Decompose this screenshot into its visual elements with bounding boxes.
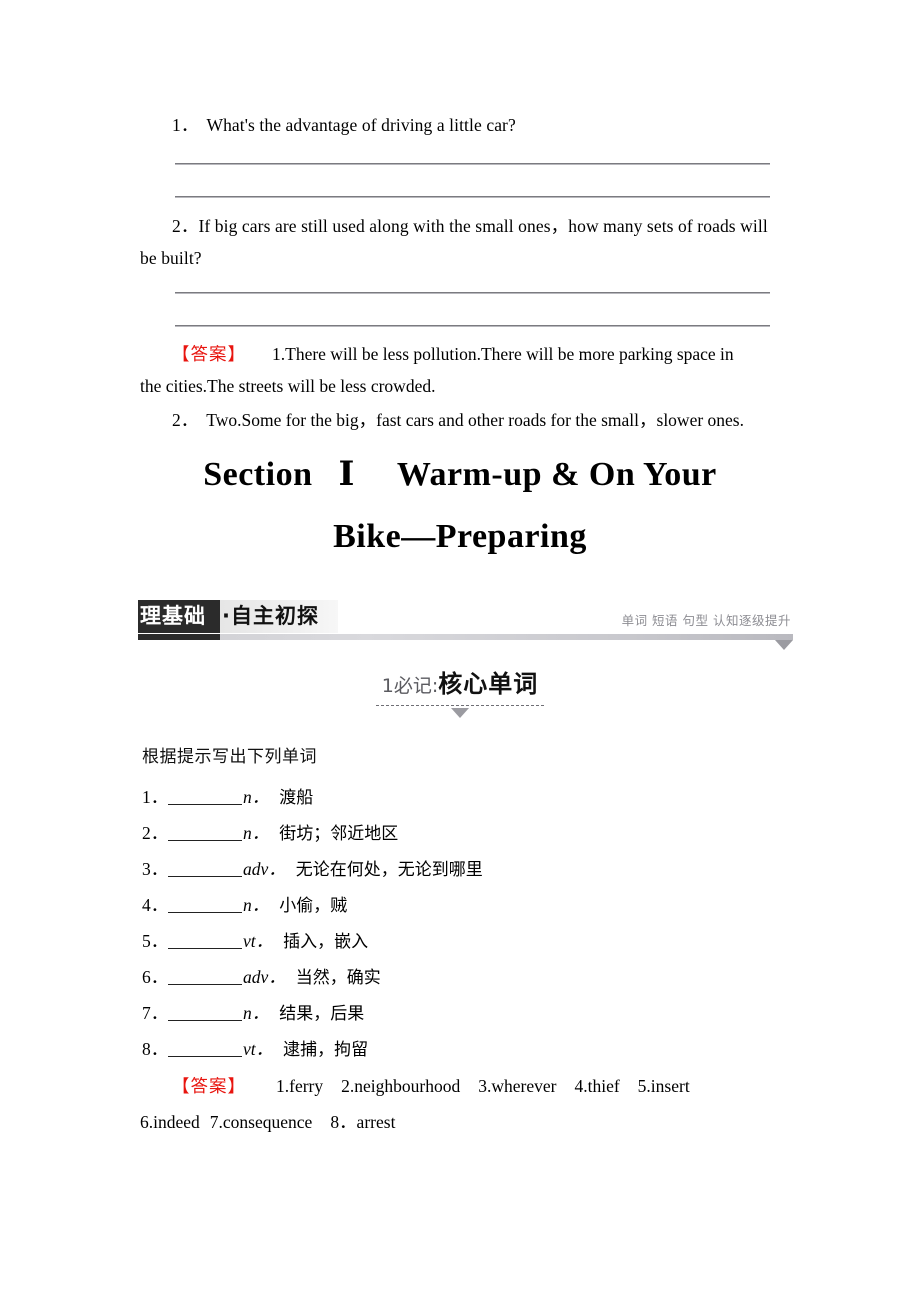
vocab-meaning: 插入，嵌入 <box>283 932 369 952</box>
textbook-page: 1． What's the advantage of driving a litt… <box>0 0 920 1302</box>
answer-rule-1a <box>175 163 770 165</box>
triangle-down-icon <box>451 708 469 718</box>
banner-subtitle: 单词 短语 句型 认知逐级提升 <box>621 613 791 628</box>
vocab-item: 7． n． 结果，后果 <box>142 995 782 1031</box>
vocab-answer-block: 【答案】 1.ferry 2.neighbourhood 3.wherever 4.th… <box>140 1068 800 1140</box>
subsection-heading-inner: 1必记:核心单词 <box>375 664 545 718</box>
vocab-answer-5: 5.insert <box>637 1076 690 1096</box>
reading-answer-line3: 2． Two.Some for the big，fast cars and oth… <box>172 404 812 436</box>
vocab-answer-1: 1.ferry <box>276 1076 324 1096</box>
reading-answer-1-text: There will be less pollution.There will … <box>285 344 734 364</box>
vocab-item: 6． adv． 当然，确实 <box>142 959 782 995</box>
vocab-number: 5． <box>142 931 169 951</box>
section-title-label: Section <box>203 456 313 493</box>
vocab-answer-row-1: 【答案】 1.ferry 2.neighbourhood 3.wherever 4.th… <box>140 1068 800 1104</box>
vocab-number: 7． <box>142 1003 169 1023</box>
vocab-instruction: 根据提示写出下列单词 <box>142 747 317 767</box>
vocab-blank-input[interactable] <box>168 787 242 805</box>
vocab-answer-3: 3.wherever <box>478 1076 557 1096</box>
question-2: 2．If big cars are still used along with … <box>172 211 768 241</box>
answer-tag: 【答案】 <box>172 344 246 364</box>
vocab-meaning: 街坊；邻近地区 <box>279 824 399 844</box>
vocab-pos: n． <box>243 895 270 915</box>
answer-rule-1b <box>175 196 770 198</box>
banner-label-secondary: ·自主初探 <box>222 604 319 628</box>
vocab-number: 6． <box>142 967 169 987</box>
vocab-number: 2． <box>142 823 169 843</box>
vocab-blank-input[interactable] <box>168 1039 242 1057</box>
vocab-item: 4． n． 小偷，贼 <box>142 887 782 923</box>
vocab-pos: vt． <box>243 1039 274 1059</box>
vocab-pos: vt． <box>243 931 274 951</box>
subsection-title: 核心单词 <box>438 670 539 698</box>
question-2-number: 2． <box>172 216 199 236</box>
answer-rule-2b <box>175 325 770 327</box>
question-2-continuation: be built? <box>140 248 202 268</box>
vocab-pos: n． <box>243 1003 270 1023</box>
vocab-meaning: 无论在何处，无论到哪里 <box>295 860 483 880</box>
section-title-line1: Warm-up & On Your <box>396 456 717 493</box>
question-2-text: If big cars are still used along with th… <box>198 216 768 236</box>
vocab-meaning: 渡船 <box>279 788 314 808</box>
vocab-meaning: 当然，确实 <box>295 968 381 988</box>
vocab-number: 1． <box>142 787 169 807</box>
reading-answer-1-number: 1. <box>272 344 286 364</box>
question-1-text: What's the advantage of driving a little… <box>206 115 516 135</box>
triangle-down-icon <box>775 640 793 650</box>
banner-label-primary: 理基础 <box>140 604 206 628</box>
vocab-blank-input[interactable] <box>168 967 242 985</box>
vocab-answer-2: 2.neighbourhood <box>341 1076 461 1096</box>
vocab-blank-input[interactable] <box>168 895 242 913</box>
banner-bar-dark-segment <box>138 634 220 640</box>
vocab-item: 2． n． 街坊；邻近地区 <box>142 815 782 851</box>
section-title-numeral: Ⅰ <box>338 456 355 493</box>
vocab-blank-input[interactable] <box>168 823 242 841</box>
vocab-answer-4: 4.thief <box>574 1076 620 1096</box>
vocab-answer-6: 6.indeed <box>140 1112 200 1132</box>
vocab-pos: n． <box>243 787 270 807</box>
vocab-blank-input[interactable] <box>168 1003 242 1021</box>
vocab-number: 4． <box>142 895 169 915</box>
section-title-line2: Bike—Preparing <box>333 518 587 555</box>
question-1-number: 1． <box>172 115 199 135</box>
vocab-blank-input[interactable] <box>168 931 242 949</box>
vocab-item: 5． vt． 插入，嵌入 <box>142 923 782 959</box>
vocab-meaning: 结果，后果 <box>279 1004 365 1024</box>
question-1: 1． What's the advantage of driving a litt… <box>172 110 516 140</box>
reading-answer-line2: the cities.The streets will be less crow… <box>140 376 436 396</box>
vocab-answer-tag: 【答案】 <box>172 1076 246 1096</box>
vocab-item: 3． adv． 无论在何处，无论到哪里 <box>142 851 782 887</box>
reading-answer-block: 【答案】 1.There will be less pollution.There… <box>172 338 792 370</box>
vocab-answer-row-2: 6.indeed 7.consequence 8．arrest <box>140 1104 800 1140</box>
subsection-index: 1 <box>381 675 394 697</box>
vocab-item: 1． n． 渡船 <box>142 779 782 815</box>
vocab-blank-input[interactable] <box>168 859 242 877</box>
vocab-meaning: 小偷，贼 <box>279 896 348 916</box>
section-banner: 理基础 ·自主初探 单词 短语 句型 认知逐级提升 <box>138 600 793 650</box>
reading-answer-2-number: 2． <box>172 410 199 430</box>
vocab-pos: adv． <box>243 859 286 879</box>
vocab-pos: adv． <box>243 967 286 987</box>
answer-rule-2a <box>175 292 770 294</box>
reading-answer-2-text: Two.Some for the big，fast cars and other… <box>206 410 744 430</box>
vocab-pos: n． <box>243 823 270 843</box>
banner-gradient-bar <box>138 634 793 640</box>
vocab-list: 1． n． 渡船 2． n． 街坊；邻近地区 3． adv． 无论在何处，无论到哪里 4． n… <box>142 779 782 1067</box>
vocab-answer-7: 7.consequence <box>209 1112 313 1132</box>
section-title: Section Ⅰ Warm-up & On Your Bike—Preparing <box>0 444 920 568</box>
vocab-item: 8． vt． 逮捕，拘留 <box>142 1031 782 1067</box>
vocab-number: 8． <box>142 1039 169 1059</box>
vocab-number: 3． <box>142 859 169 879</box>
subsection-heading: 1必记:核心单词 <box>0 664 920 718</box>
subsection-prefix: 必记: <box>393 675 439 697</box>
vocab-meaning: 逮捕，拘留 <box>283 1040 369 1060</box>
vocab-answer-8: 8．arrest <box>330 1112 396 1132</box>
